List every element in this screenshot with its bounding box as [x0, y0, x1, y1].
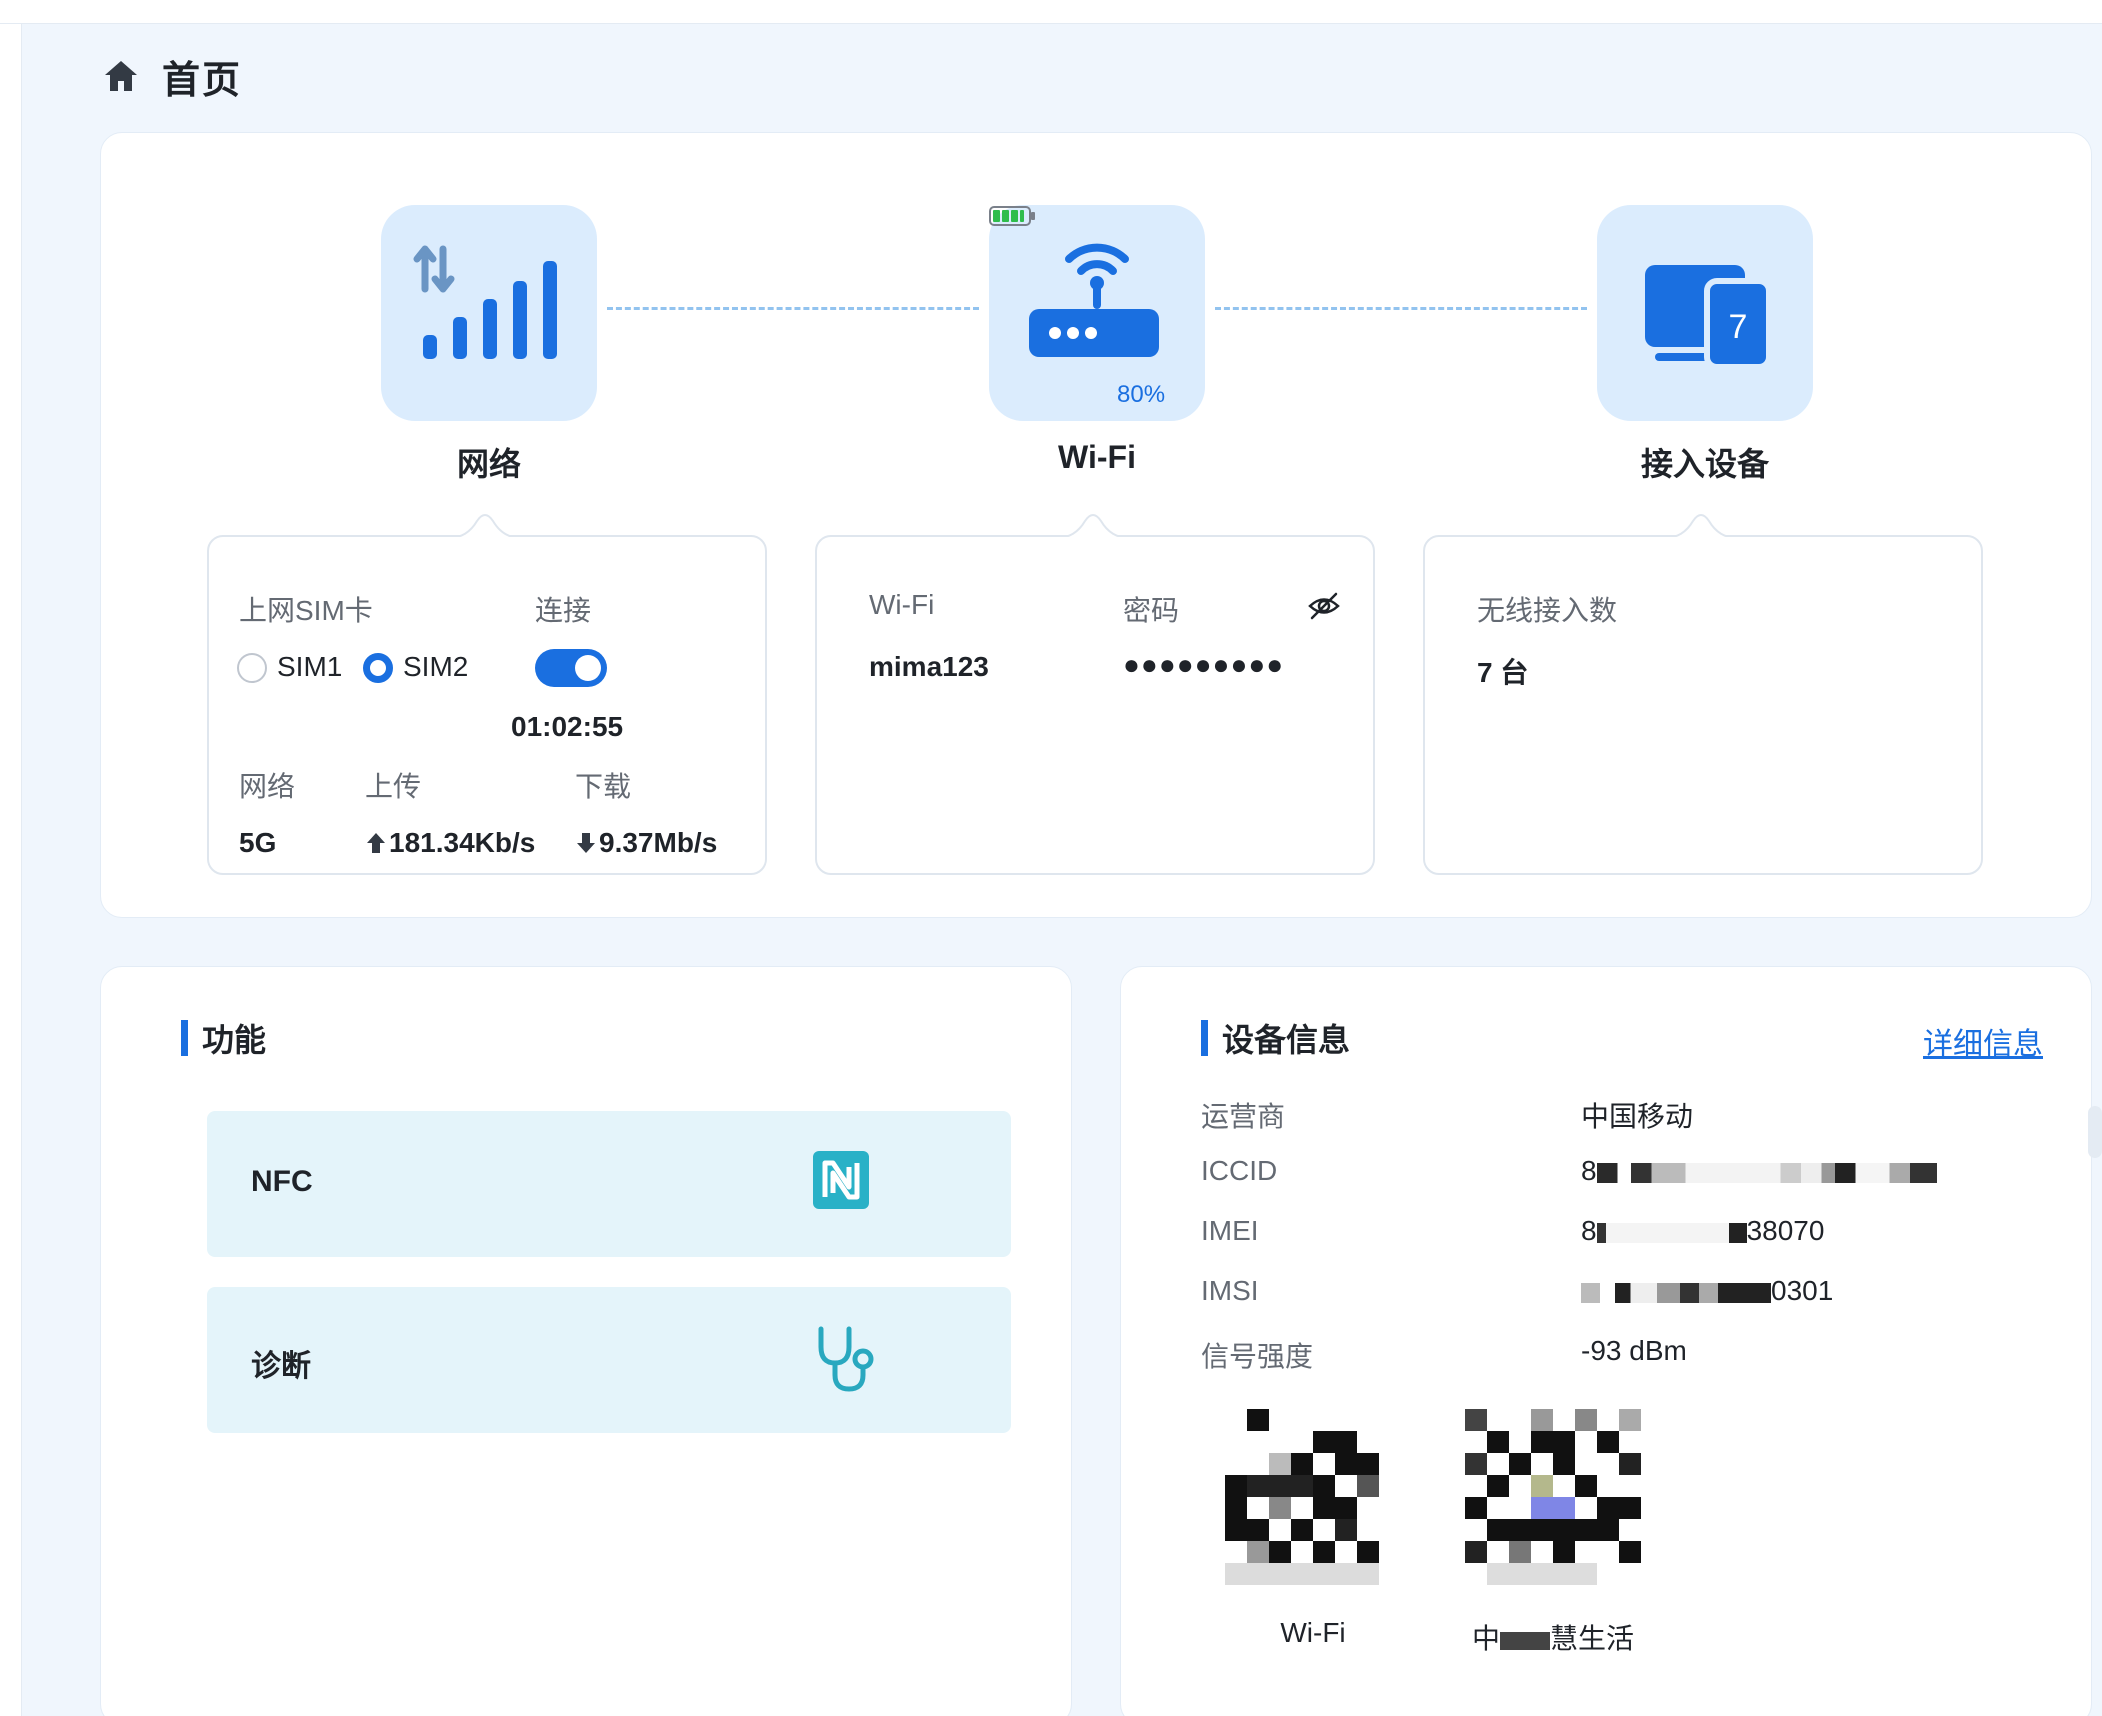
upload-speed: 181.34Kb/s: [389, 827, 536, 858]
iccid-key: ICCID: [1201, 1155, 1278, 1186]
wifi-panel: Wi-Fi 密码 mima123 ●●●●●●●●●: [815, 514, 1375, 875]
connector-line: [1215, 307, 1587, 310]
functions-card: 功能 NFC 诊断: [100, 966, 1072, 1716]
ssid-label: Wi-Fi: [869, 589, 935, 620]
panel-pointer: [1665, 514, 1737, 539]
functions-title: 功能: [202, 1022, 267, 1058]
imsi-value: 0301: [1581, 1275, 1833, 1307]
redacted-mask: [1596, 1222, 1747, 1243]
home-icon[interactable]: [100, 55, 142, 97]
info-row-imei: IMEI 8 38070: [1201, 1215, 2021, 1259]
device-info-title: 设备信息: [1222, 1022, 1351, 1058]
wireless-count-value: 7 台: [1477, 657, 1529, 688]
app-qr-caption-prefix: 中: [1471, 1623, 1500, 1654]
nfc-label: NFC: [251, 1165, 313, 1198]
sim1-radio[interactable]: [237, 653, 267, 683]
imei-value: 8 38070: [1581, 1215, 1824, 1247]
panel-pointer: [1057, 514, 1129, 539]
imei-key: IMEI: [1201, 1215, 1259, 1246]
section-accent-bar: [1201, 1020, 1208, 1056]
redacted-mask: [1500, 1631, 1550, 1650]
redacted-mask: [1596, 1162, 1937, 1183]
ssid-value: mima123: [869, 651, 989, 682]
network-type-label: 网络: [239, 771, 296, 802]
eye-hidden-icon[interactable]: [1307, 591, 1341, 626]
battery-percent: 80%: [1117, 381, 1166, 408]
devices-panel: 无线接入数 7 台: [1423, 514, 1983, 875]
battery-icon: [989, 206, 1035, 226]
signal-icon: [413, 245, 557, 359]
signal-value: -93 dBm: [1581, 1335, 1687, 1366]
sim-card-label: 上网SIM卡: [239, 595, 373, 626]
wifi-qr-code: [1225, 1407, 1401, 1587]
signal-key: 信号强度: [1201, 1341, 1314, 1372]
sim2-radio[interactable]: [363, 653, 393, 683]
section-accent-bar: [181, 1020, 188, 1056]
network-panel: 上网SIM卡 连接 SIM1 SIM2 01:02:55 网络 上传 下载 5G…: [207, 514, 767, 875]
network-tile[interactable]: [381, 205, 597, 421]
page-header: 首页: [100, 52, 242, 102]
iccid-value: 8: [1581, 1155, 1937, 1187]
app-qr-code: [1465, 1407, 1641, 1587]
imei-prefix: 8: [1581, 1215, 1597, 1246]
page-title: 首页: [162, 59, 243, 102]
sim1-label[interactable]: SIM1: [277, 651, 342, 683]
nfc-icon: [811, 1149, 871, 1216]
sim2-label[interactable]: SIM2: [403, 651, 468, 683]
operator-value: 中国移动: [1581, 1101, 1694, 1132]
download-arrow-icon: [575, 831, 597, 860]
devices-icon: 7: [1645, 265, 1772, 370]
upload-arrow-icon: [365, 831, 387, 860]
wifi-qr-caption: Wi-Fi: [1280, 1617, 1346, 1648]
stethoscope-icon: [811, 1325, 877, 1400]
detail-info-link[interactable]: 详细信息: [1923, 1019, 2043, 1063]
info-row-operator: 运营商 中国移动: [1201, 1095, 2021, 1139]
upload-label: 上传: [365, 771, 422, 802]
imsi-key: IMSI: [1201, 1275, 1259, 1306]
connect-label: 连接: [535, 595, 592, 626]
wifi-label: Wi-Fi: [1058, 439, 1136, 475]
left-sidebar-strip: [0, 24, 22, 1716]
panel-pointer: [449, 514, 521, 539]
network-label: 网络: [456, 446, 521, 482]
network-type-value: 5G: [239, 827, 277, 858]
redacted-mask: [1581, 1282, 1771, 1303]
imei-suffix: 38070: [1746, 1215, 1825, 1246]
imsi-suffix: 0301: [1771, 1275, 1834, 1306]
app-qr-caption: 中 慧生活: [1433, 1617, 1673, 1657]
toggle-knob: [575, 655, 601, 681]
password-label: 密码: [1123, 595, 1180, 626]
wifi-tile[interactable]: 80%: [989, 205, 1205, 421]
devices-tile[interactable]: 7: [1597, 205, 1813, 421]
router-icon: [1029, 243, 1159, 357]
connect-toggle[interactable]: [535, 649, 607, 687]
overview-card: 80% 7 网络 Wi-Fi 接入设备 上网SIM卡 连接 SIM1 SIM2 …: [100, 132, 2092, 918]
scrollbar-thumb[interactable]: [2088, 1106, 2102, 1158]
wireless-count-label: 无线接入数: [1477, 595, 1618, 626]
password-value: ●●●●●●●●●: [1123, 649, 1285, 680]
download-speed: 9.37Mb/s: [599, 827, 718, 858]
info-row-iccid: ICCID 8: [1201, 1155, 2021, 1199]
operator-key: 运营商: [1201, 1101, 1286, 1132]
device-info-card: 设备信息 详细信息 运营商 中国移动 ICCID 8 IMEI 8 38070 I…: [1120, 966, 2092, 1716]
info-row-signal: 信号强度 -93 dBm: [1201, 1335, 2021, 1379]
info-row-imsi: IMSI 0301: [1201, 1275, 2021, 1319]
diagnosis-label: 诊断: [251, 1350, 311, 1383]
diagnosis-item[interactable]: 诊断: [207, 1287, 1011, 1433]
functions-header: 功能: [181, 1015, 266, 1061]
devices-count-badge: 7: [1729, 308, 1748, 346]
uptime-value: 01:02:55: [511, 711, 624, 742]
iccid-prefix: 8: [1581, 1155, 1597, 1186]
app-qr-caption-suffix: 慧生活: [1550, 1623, 1635, 1654]
connector-line: [607, 307, 979, 310]
device-info-header: 设备信息: [1201, 1015, 1350, 1061]
devices-label: 接入设备: [1640, 446, 1769, 482]
top-bar: [0, 0, 2102, 24]
download-label: 下载: [575, 771, 632, 802]
nfc-item[interactable]: NFC: [207, 1111, 1011, 1257]
